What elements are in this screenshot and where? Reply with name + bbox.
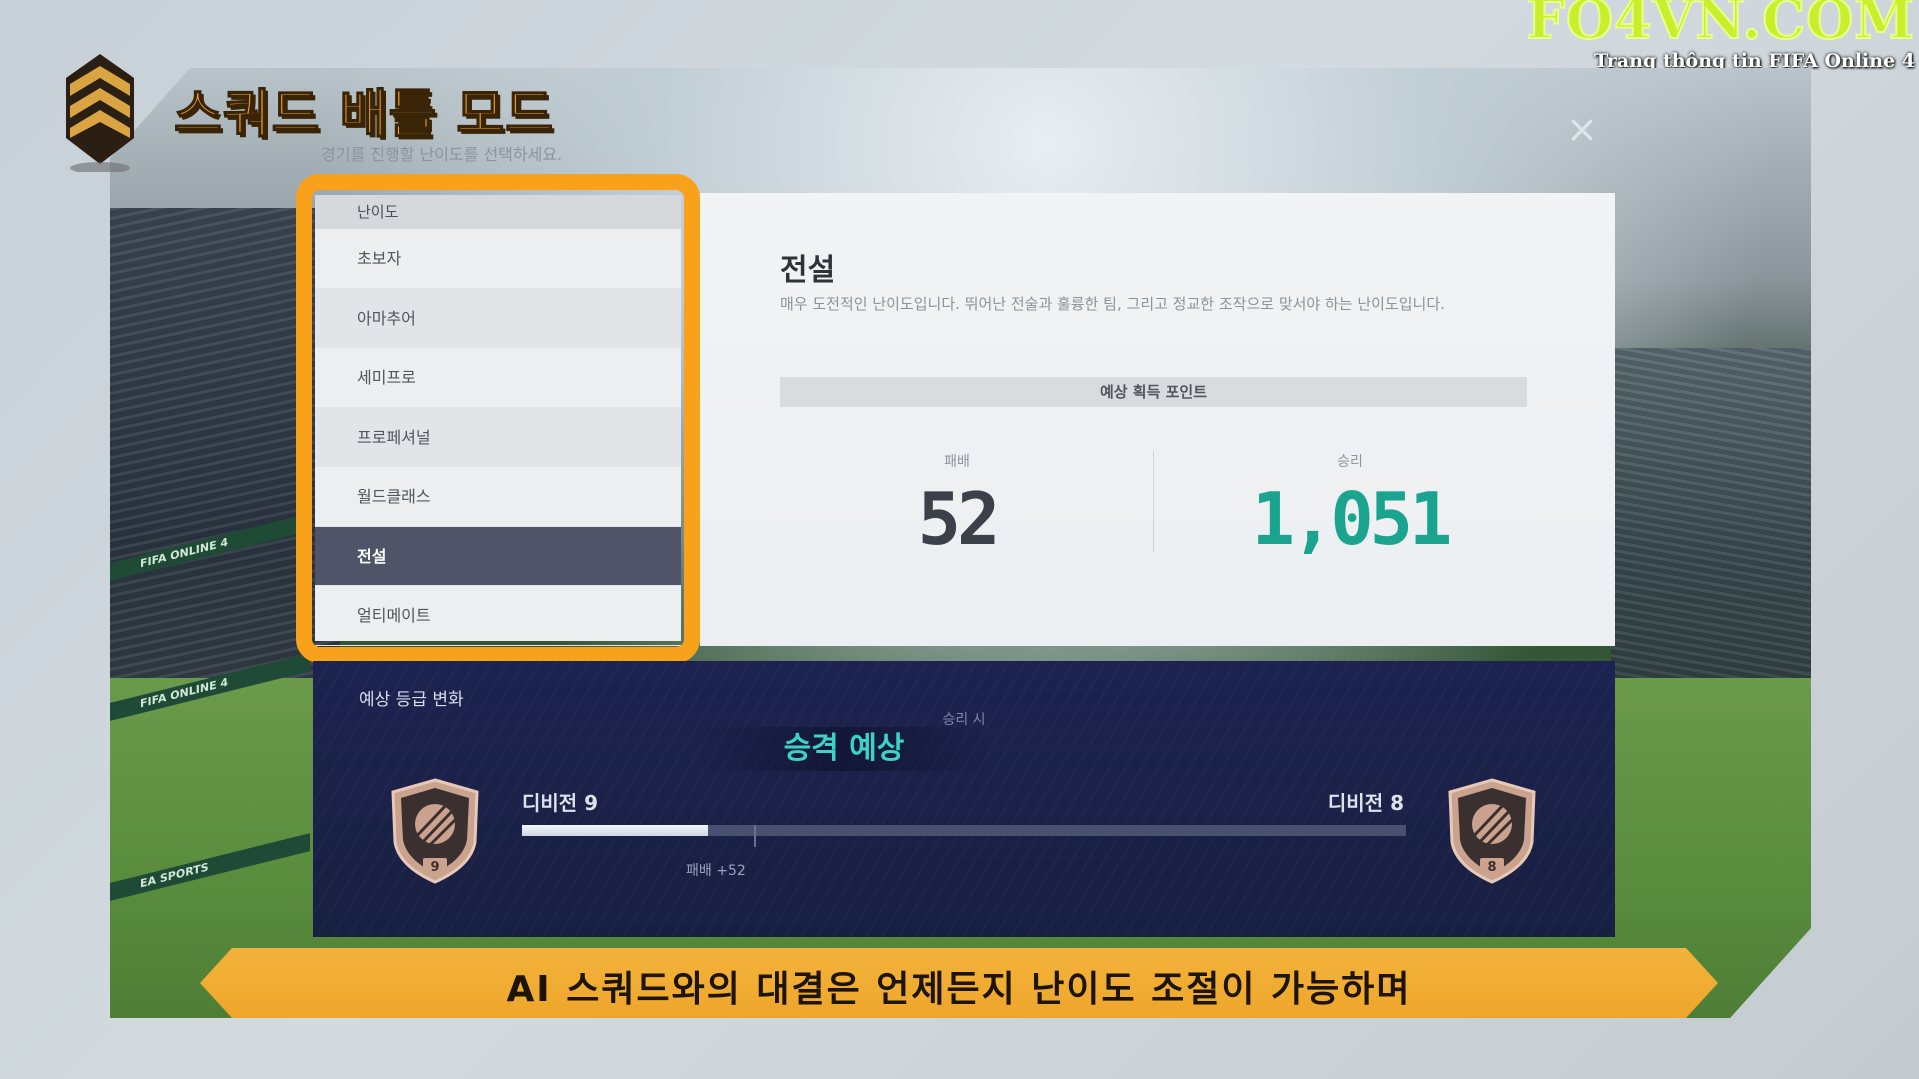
current-division-label: 디비전 9 — [522, 791, 599, 815]
watermark-logo: FO4VN.COM — [1526, 0, 1915, 51]
loss-label: 패배 — [944, 454, 970, 470]
points-header: 예상 획득 포인트 — [780, 377, 1527, 407]
difficulty-detail-panel: 전설 매우 도전적인 난이도입니다. 뛰어난 전술과 훌륭한 팀, 그리고 정교… — [700, 193, 1615, 646]
division-progress-track — [522, 825, 1406, 836]
watermark: FO4VN.COM Trang thông tin FIFA Online 4 — [1526, 0, 1915, 72]
grade-change-title: 예상 등급 변화 — [359, 690, 464, 710]
loss-marker-label: 패배 +52 — [686, 863, 746, 879]
page-title: 스쿼드 배틀 모드 — [173, 84, 555, 146]
caption-text: AI 스쿼드와의 대결은 언제든지 난이도 조절이 가능하며 — [506, 969, 1412, 1010]
loss-marker-tick — [754, 825, 756, 847]
win-caption: 승리 시 — [942, 712, 986, 728]
difficulty-item-amateur[interactable]: 아마추어 — [315, 288, 681, 348]
difficulty-item-professional[interactable]: 프로페셔널 — [315, 407, 681, 467]
next-division-label: 디비전 8 — [1327, 791, 1404, 815]
win-points: 1,051 — [1251, 477, 1453, 561]
difficulty-list: 난이도 초보자 아마추어 세미프로 프로페셔널 월드클래스 전설 얼티메이트 — [315, 195, 681, 646]
difficulty-item-world-class[interactable]: 월드클래스 — [315, 467, 681, 527]
chevron-logo-icon — [66, 54, 134, 172]
difficulty-item-beginner[interactable]: 초보자 — [315, 229, 681, 289]
detail-description: 매우 도전적인 난이도입니다. 뛰어난 전술과 훌륭한 팀, 그리고 정교한 조… — [780, 295, 1445, 313]
division-progress-fill — [522, 825, 708, 836]
win-label: 승리 — [1337, 454, 1363, 470]
badge-number-right: 8 — [1487, 860, 1496, 875]
difficulty-item-ultimate[interactable]: 얼티메이트 — [315, 586, 681, 646]
division-9-badge-icon: 9 — [391, 778, 479, 884]
difficulty-item-legendary[interactable]: 전설 — [315, 526, 681, 586]
caption-banner: AI 스쿼드와의 대결은 언제든지 난이도 조절이 가능하며 — [200, 948, 1718, 1018]
promotion-label: 승격 예상 — [693, 727, 995, 771]
page-subtitle: 경기를 진행할 난이도를 선택하세요. — [321, 145, 563, 164]
division-8-badge-icon: 8 — [1448, 778, 1536, 884]
close-icon: × — [1566, 107, 1598, 151]
loss-points: 52 — [917, 477, 1001, 561]
badge-number-left: 9 — [430, 860, 439, 875]
detail-title: 전설 — [780, 253, 836, 288]
difficulty-list-header: 난이도 — [315, 195, 681, 229]
grade-change-panel: 예상 등급 변화 승리 시 승격 예상 9 디비전 9 디비전 8 패배 +52… — [313, 661, 1615, 937]
difficulty-item-semi-pro[interactable]: 세미프로 — [315, 348, 681, 408]
close-button[interactable]: × — [1563, 110, 1601, 148]
points-divider — [1153, 451, 1154, 553]
